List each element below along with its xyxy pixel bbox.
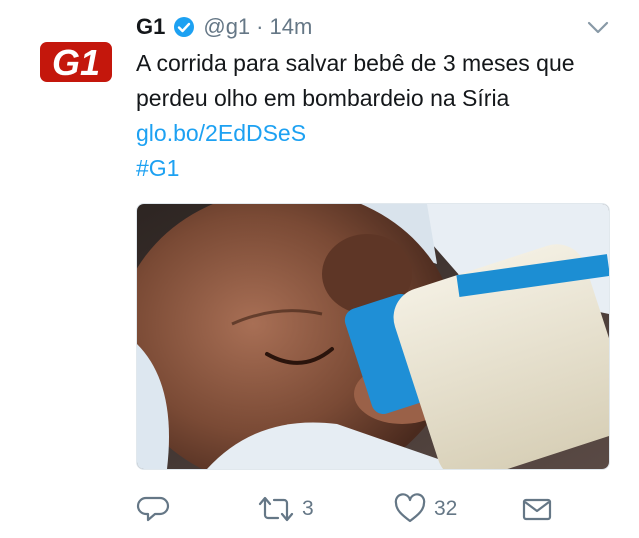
chevron-down-icon[interactable] [586, 20, 610, 36]
author-name[interactable]: G1 [136, 14, 165, 40]
like-count: 32 [434, 497, 458, 520]
like-button[interactable]: 32 [392, 490, 457, 528]
tweet-text: A corrida para salvar bebê de 3 meses qu… [136, 46, 616, 186]
g1-logo: G1 [40, 42, 112, 83]
retweet-button[interactable]: 3 [256, 490, 314, 528]
tweet-timestamp[interactable]: 14m [270, 14, 313, 40]
envelope-icon [520, 492, 554, 526]
retweet-icon [256, 492, 296, 526]
tweet-body: A corrida para salvar bebê de 3 meses qu… [136, 50, 575, 111]
tweet-hashtag[interactable]: #G1 [136, 155, 179, 181]
reply-button[interactable] [136, 490, 170, 528]
svg-text:G1: G1 [52, 42, 100, 82]
baby-photo [137, 204, 609, 469]
tweet-actions: 3 32 [136, 490, 566, 528]
direct-message-button[interactable] [520, 490, 554, 528]
tweet-link[interactable]: glo.bo/2EdDSeS [136, 120, 306, 146]
retweet-count: 3 [302, 497, 314, 520]
avatar[interactable]: G1 [40, 42, 112, 83]
tweet-photo[interactable] [136, 203, 610, 470]
tweet-header: G1 @g1 · 14m [136, 10, 312, 44]
heart-icon [392, 492, 428, 526]
author-handle[interactable]: @g1 [203, 14, 250, 40]
verified-badge-icon [173, 16, 195, 38]
header-separator: · [256, 14, 264, 39]
reply-icon [136, 492, 170, 526]
